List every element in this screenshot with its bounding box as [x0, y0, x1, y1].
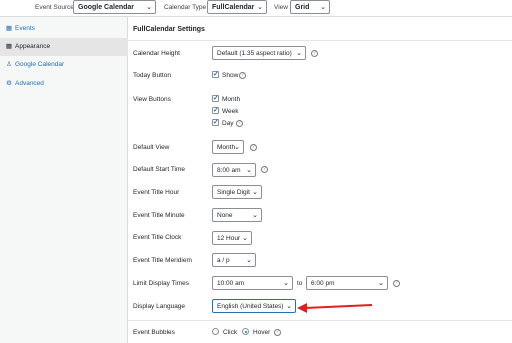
view-day-label: Day [222, 120, 234, 127]
event-title-clock-label: Event Title Clock [133, 234, 182, 241]
chevron-down-icon: ⌄ [252, 189, 258, 196]
view-label: View [274, 4, 288, 11]
display-language-value: English (United States) [217, 303, 284, 310]
event-title-meridiem-label: Event Title Meridiem [133, 257, 192, 264]
calendar-height-select[interactable]: Default (1.35 aspect ratio) ⌄ [212, 46, 306, 60]
chevron-down-icon: ⌄ [242, 235, 248, 242]
chevron-down-icon: ⌄ [246, 167, 252, 174]
view-month-label: Month [222, 96, 241, 103]
sidebar-item-label: Events [15, 25, 35, 32]
event-title-meridiem-select[interactable]: a / p ⌄ [212, 253, 256, 267]
help-icon[interactable]: ? [393, 280, 400, 287]
help-icon[interactable]: ? [311, 50, 318, 57]
event-bubbles-click-label: Click [223, 329, 238, 336]
default-view-select[interactable]: Month ⌄ [212, 140, 244, 154]
to-separator: to [297, 280, 303, 287]
divider [128, 40, 512, 41]
calendar-height-value: Default (1.35 aspect ratio) [217, 50, 292, 57]
sidebar-item-events[interactable]: ▦ Events [0, 20, 128, 38]
event-title-meridiem-value: a / p [217, 257, 230, 264]
today-button-label: Today Button [133, 72, 171, 79]
gear-icon: ⚙ [6, 80, 12, 87]
limit-display-times-label: Limit Display Times [133, 280, 189, 287]
chevron-down-icon: ⌄ [320, 4, 326, 11]
event-bubbles-click-radio[interactable] [212, 328, 219, 335]
chevron-down-icon: ⌄ [234, 144, 240, 151]
event-bubbles-hover-radio[interactable] [242, 328, 249, 335]
view-month-checkbox[interactable]: ✓ [212, 95, 219, 102]
chevron-down-icon: ⌄ [252, 212, 258, 219]
limit-end-value: 6:00 pm [311, 280, 335, 287]
view-value: Grid [295, 4, 310, 11]
section-title: FullCalendar Settings [133, 26, 205, 33]
sidebar-item-label: Advanced [15, 80, 44, 87]
help-icon[interactable]: ? [274, 329, 281, 336]
today-button-checkbox[interactable]: ✓ [212, 71, 219, 78]
view-day-checkbox[interactable]: ✓ [212, 119, 219, 126]
event-source-value: Google Calendar [78, 4, 135, 11]
event-title-clock-select[interactable]: 12 Hour ⌄ [212, 231, 252, 245]
chevron-down-icon: ⌄ [378, 280, 384, 287]
event-title-minute-select[interactable]: None ⌄ [212, 208, 262, 222]
event-title-hour-select[interactable]: Single Digit ⌄ [212, 185, 262, 199]
view-select[interactable]: Grid ⌄ [290, 0, 330, 14]
calendar-height-label: Calendar Height [133, 50, 180, 57]
calendar-icon: ▦ [5, 43, 13, 50]
sidebar-item-label: Google Calendar [15, 61, 65, 68]
top-toolbar: Event Source Google Calendar ⌄ Calendar … [0, 0, 512, 17]
settings-sidebar: ▦ Events ▦ Appearance ♙ Google Calendar ⚙ Ad… [0, 17, 128, 343]
view-week-label: Week [222, 108, 239, 115]
help-icon[interactable]: ? [236, 120, 243, 127]
limit-end-select[interactable]: 6:00 pm ⌄ [306, 276, 388, 290]
limit-start-select[interactable]: 10:00 am ⌄ [212, 276, 293, 290]
event-title-hour-value: Single Digit [217, 189, 250, 196]
checkmark-icon: ✓ [213, 119, 219, 126]
checkmark-icon: ✓ [213, 71, 219, 78]
chevron-down-icon: ⌄ [286, 303, 292, 310]
view-week-checkbox[interactable]: ✓ [212, 107, 219, 114]
event-bubbles-label: Event Bubbles [133, 329, 175, 336]
divider [128, 320, 512, 321]
default-start-time-value: 8:00 am [217, 167, 241, 174]
annotation-arrow-icon [297, 303, 373, 313]
default-start-time-select[interactable]: 8:00 am ⌄ [212, 163, 256, 177]
checkmark-icon: ✓ [213, 95, 219, 102]
sidebar-item-label: Appearance [15, 43, 51, 50]
event-title-hour-label: Event Title Hour [133, 189, 180, 196]
user-icon: ♙ [6, 61, 12, 68]
event-title-clock-value: 12 Hour [217, 235, 241, 242]
today-button-option: Show [222, 72, 239, 79]
sidebar-item-appearance[interactable]: ▦ Appearance [0, 38, 128, 56]
help-icon[interactable]: ? [239, 72, 246, 79]
help-icon[interactable]: ? [250, 144, 257, 151]
default-view-value: Month [217, 144, 236, 151]
chevron-down-icon: ⌄ [246, 257, 252, 264]
calendar-type-label: Calendar Type [164, 4, 207, 11]
view-buttons-label: View Buttons [133, 96, 171, 103]
calendar-type-value: FullCalendar [212, 4, 255, 11]
display-language-select[interactable]: English (United States) ⌄ [212, 299, 296, 313]
chevron-down-icon: ⌄ [296, 50, 302, 57]
display-language-label: Display Language [133, 303, 186, 310]
default-view-label: Default View [133, 144, 170, 151]
calendar-type-select[interactable]: FullCalendar ⌄ [207, 0, 267, 14]
event-title-minute-label: Event Title Minute [133, 212, 185, 219]
event-source-label: Event Source [35, 4, 75, 11]
default-start-time-label: Default Start Time [133, 166, 186, 173]
checkmark-icon: ✓ [213, 107, 219, 114]
event-bubbles-hover-label: Hover [253, 329, 271, 336]
settings-panel: FullCalendar Settings Calendar Height De… [128, 17, 512, 343]
limit-start-value: 10:00 am [217, 280, 245, 287]
chevron-down-icon: ⌄ [283, 280, 289, 287]
help-icon[interactable]: ? [261, 166, 268, 173]
calendar-icon: ▦ [5, 25, 13, 32]
event-source-select[interactable]: Google Calendar ⌄ [73, 0, 156, 14]
chevron-down-icon: ⌄ [146, 4, 152, 11]
sidebar-item-advanced[interactable]: ⚙ Advanced [0, 75, 128, 93]
event-title-minute-value: None [217, 212, 233, 219]
sidebar-item-google-calendar[interactable]: ♙ Google Calendar [0, 56, 128, 74]
chevron-down-icon: ⌄ [257, 4, 263, 11]
